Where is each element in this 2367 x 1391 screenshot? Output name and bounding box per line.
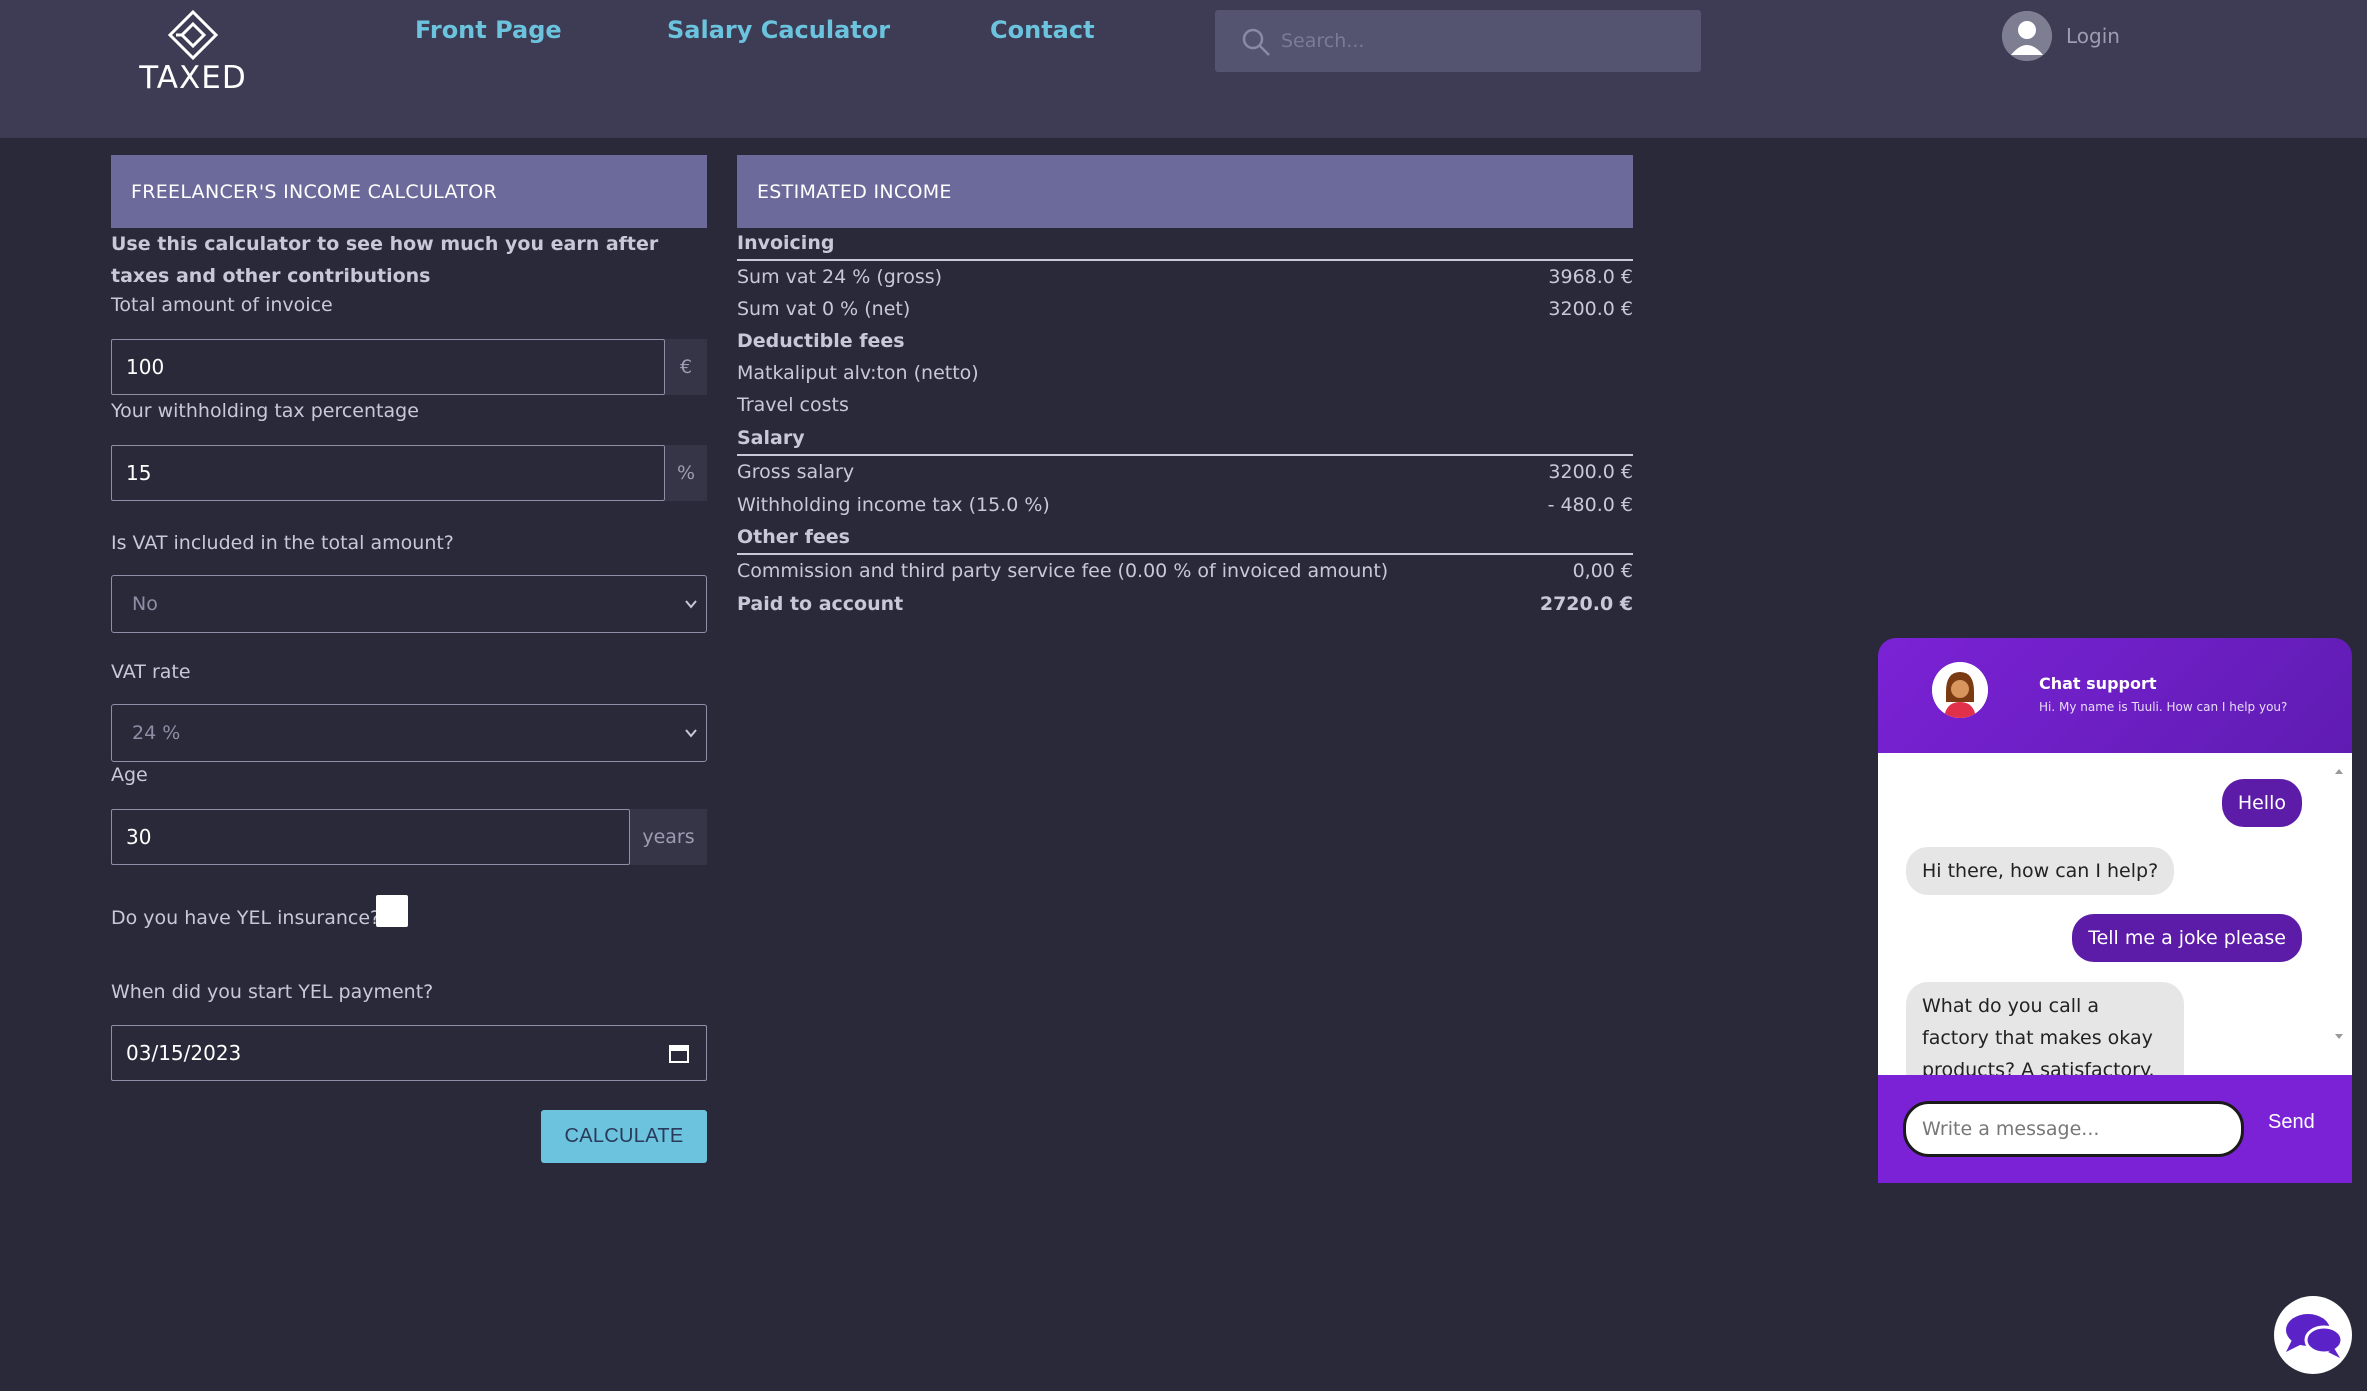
deductible-heading: Deductible fees — [737, 325, 1633, 357]
yel-start-date-value: 03/15/2023 — [126, 1041, 242, 1065]
row-value: 0,00 € — [1572, 560, 1633, 582]
vat-included-select[interactable]: No — [111, 575, 707, 633]
calculator-intro: Use this calculator to see how much you … — [111, 233, 659, 287]
yel-label: Do you have YEL insurance? — [111, 907, 381, 929]
chevron-down-icon — [685, 729, 697, 738]
paid-to-account-row: Paid to account 2720.0 € — [737, 588, 1633, 620]
logo-text: TAXED — [139, 60, 247, 96]
yel-start-date-input[interactable]: 03/15/2023 — [111, 1025, 707, 1081]
chat-bubbles-icon — [2286, 1314, 2344, 1358]
invoice-amount-input[interactable]: 100 — [111, 339, 665, 395]
vat-rate-label: VAT rate — [111, 661, 191, 683]
vat-included-label: Is VAT included in the total amount? — [111, 532, 454, 554]
nav-salary-calculator[interactable]: Salary Caculator — [667, 16, 890, 44]
scroll-down-icon[interactable] — [2334, 1033, 2344, 1041]
search-icon — [1242, 28, 1270, 56]
vat-rate-select[interactable]: 24 % — [111, 704, 707, 762]
scroll-up-icon[interactable] — [2334, 767, 2344, 775]
result-row: Commission and third party service fee (… — [737, 555, 1633, 587]
row-value: 3200.0 € — [1548, 461, 1633, 483]
result-row: Sum vat 0 % (net) 3200.0 € — [737, 293, 1633, 325]
logo[interactable]: TAXED — [128, 10, 258, 96]
search-input[interactable] — [1281, 20, 1681, 62]
top-navbar: TAXED Front Page Salary Caculator Contac… — [0, 0, 2367, 138]
row-value: - 480.0 € — [1547, 494, 1633, 516]
user-avatar-icon — [2002, 11, 2052, 61]
yel-start-label: When did you start YEL payment? — [111, 981, 434, 1003]
row-label: Sum vat 24 % (gross) — [737, 266, 943, 288]
vat-included-value: No — [132, 593, 158, 615]
calendar-icon[interactable] — [668, 1042, 690, 1064]
yel-insurance-checkbox[interactable] — [376, 895, 408, 927]
send-button[interactable]: Send — [2268, 1111, 2315, 1134]
salary-heading: Salary — [737, 422, 1633, 454]
login-label: Login — [2066, 24, 2120, 48]
tax-percentage-input[interactable]: 15 — [111, 445, 665, 501]
invoicing-heading: Invoicing — [737, 227, 1633, 259]
age-input[interactable]: 30 — [111, 809, 630, 865]
row-label: Sum vat 0 % (net) — [737, 298, 911, 320]
years-addon: years — [630, 809, 707, 865]
nav-front-page[interactable]: Front Page — [415, 16, 562, 44]
result-row: Matkaliput alv:ton (netto) — [737, 357, 1633, 389]
chat-header: Chat support Hi. My name is Tuuli. How c… — [1878, 638, 2352, 753]
search-bar — [1215, 10, 1701, 72]
user-message: Tell me a joke please — [2072, 914, 2302, 962]
row-value: 3968.0 € — [1548, 266, 1633, 288]
row-label: Withholding income tax (15.0 %) — [737, 494, 1050, 516]
row-value: 3200.0 € — [1548, 298, 1633, 320]
nav-contact[interactable]: Contact — [990, 16, 1095, 44]
row-label: Travel costs — [737, 394, 849, 416]
row-label: Gross salary — [737, 461, 855, 483]
result-row: Travel costs — [737, 389, 1633, 421]
other-fees-heading: Other fees — [737, 521, 1633, 553]
row-label: Commission and third party service fee (… — [737, 560, 1389, 582]
age-label: Age — [111, 764, 148, 786]
chat-message-input[interactable] — [1903, 1101, 2244, 1157]
deductible-label: Deductible fees — [737, 330, 905, 352]
salary-label: Salary — [737, 427, 805, 449]
euro-addon: € — [665, 339, 707, 395]
bot-message: Hi there, how can I help? — [1906, 847, 2175, 895]
result-row: Withholding income tax (15.0 %) - 480.0 € — [737, 489, 1633, 521]
chat-subtitle: Hi. My name is Tuuli. How can I help you… — [2039, 700, 2288, 714]
diamond-logo-icon — [167, 10, 219, 60]
invoicing-label: Invoicing — [737, 232, 835, 254]
result-row: Gross salary 3200.0 € — [737, 456, 1633, 488]
calculator-title: FREELANCER'S INCOME CALCULATOR — [111, 155, 707, 228]
login-link[interactable]: Login — [2002, 10, 2120, 62]
result-row: Sum vat 24 % (gross) 3968.0 € — [737, 261, 1633, 293]
row-label: Matkaliput alv:ton (netto) — [737, 362, 979, 384]
chat-widget: Chat support Hi. My name is Tuuli. How c… — [1878, 638, 2352, 1245]
chat-footer: Send — [1878, 1075, 2352, 1183]
support-agent-avatar — [1932, 662, 1988, 718]
chat-title: Chat support — [2039, 674, 2157, 693]
row-value: 2720.0 € — [1539, 593, 1633, 615]
calculate-button[interactable]: CALCULATE — [541, 1110, 707, 1163]
row-label: Paid to account — [737, 593, 904, 615]
results-title: ESTIMATED INCOME — [737, 155, 1633, 228]
invoice-label: Total amount of invoice — [111, 294, 333, 316]
user-message: Hello — [2221, 779, 2302, 827]
chevron-down-icon — [685, 600, 697, 609]
chat-launcher-button[interactable] — [2274, 1296, 2352, 1374]
percent-addon: % — [665, 445, 707, 501]
tax-label: Your withholding tax percentage — [111, 400, 419, 422]
vat-rate-value: 24 % — [132, 722, 181, 744]
other-fees-label: Other fees — [737, 526, 850, 548]
chat-messages[interactable]: Hello Hi there, how can I help? Tell me … — [1878, 753, 2352, 1094]
